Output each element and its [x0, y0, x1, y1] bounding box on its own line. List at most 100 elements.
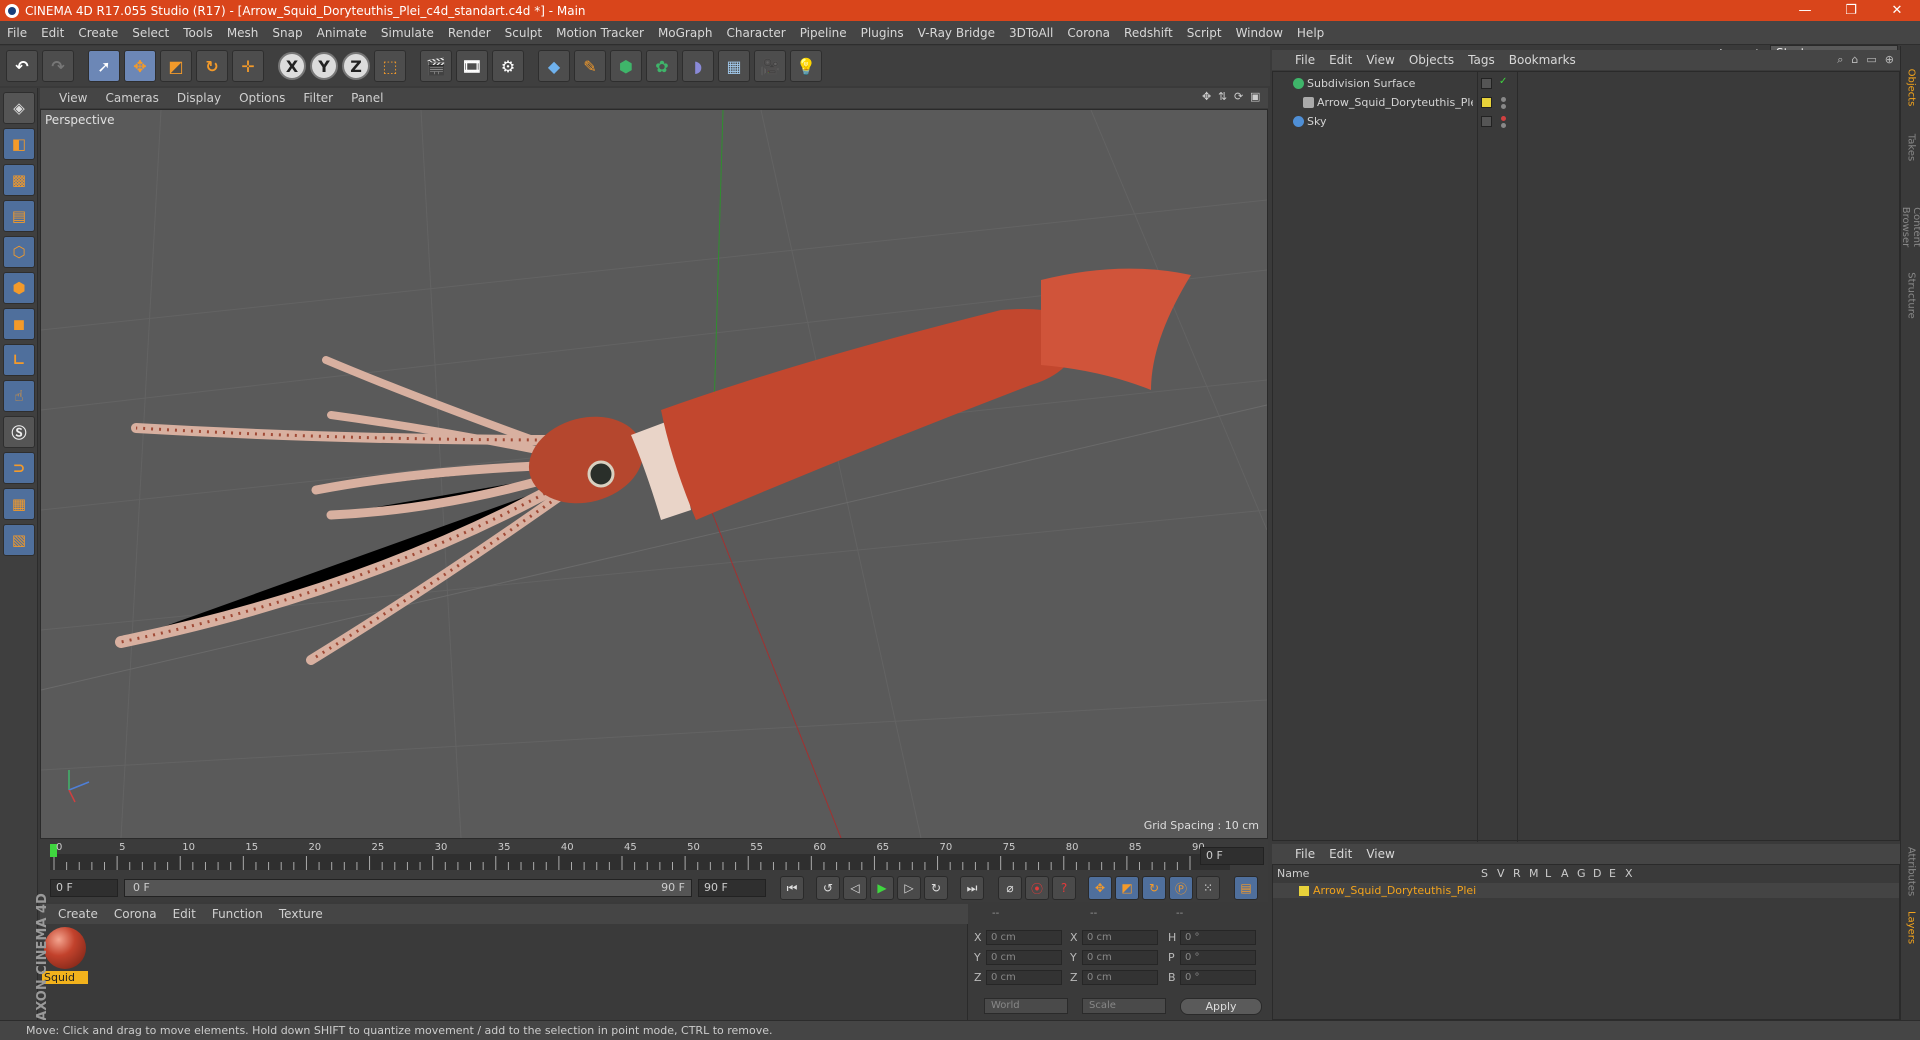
- solo-mode-icon[interactable]: Ⓢ: [3, 416, 35, 448]
- menu-pipeline[interactable]: Pipeline: [793, 26, 854, 40]
- minimize-button[interactable]: —: [1782, 0, 1828, 21]
- menu-tools[interactable]: Tools: [176, 26, 220, 40]
- objects-menu-bookmarks[interactable]: Bookmarks: [1502, 53, 1583, 67]
- menu-corona[interactable]: Corona: [1060, 26, 1117, 40]
- transform-tool-icon[interactable]: ✛: [232, 50, 264, 82]
- menu-script[interactable]: Script: [1180, 26, 1229, 40]
- record-scale-icon[interactable]: ◩: [1115, 876, 1139, 900]
- rot-h-field[interactable]: 0 °: [1180, 930, 1256, 945]
- point-level-animation-icon[interactable]: ⁙: [1196, 876, 1220, 900]
- camera-icon[interactable]: 🎥: [754, 50, 786, 82]
- x-axis-lock-button[interactable]: X: [278, 52, 306, 80]
- material-menu-corona[interactable]: Corona: [106, 907, 165, 921]
- menu-help[interactable]: Help: [1290, 26, 1331, 40]
- array-icon[interactable]: ✿: [646, 50, 678, 82]
- menu-simulate[interactable]: Simulate: [374, 26, 441, 40]
- object-row-sky[interactable]: Sky: [1273, 112, 1899, 131]
- viewport-menu-display[interactable]: Display: [168, 91, 230, 105]
- go-to-start-icon[interactable]: ⏮: [780, 876, 804, 900]
- subdivision-surface-icon[interactable]: ⬢: [610, 50, 642, 82]
- menu-sculpt[interactable]: Sculpt: [498, 26, 549, 40]
- make-editable-icon[interactable]: ◈: [3, 92, 35, 124]
- points-mode-icon[interactable]: ⬡: [3, 236, 35, 268]
- workplane-mode-icon[interactable]: ▤: [3, 200, 35, 232]
- tweak-mode-icon[interactable]: ☝: [3, 380, 35, 412]
- render-to-picture-viewer-icon[interactable]: 🎞: [456, 50, 488, 82]
- size-y-field[interactable]: 0 cm: [1082, 950, 1158, 965]
- model-mode-icon[interactable]: ◧: [3, 128, 35, 160]
- size-x-field[interactable]: 0 cm: [1082, 930, 1158, 945]
- layers-menu-view[interactable]: View: [1359, 847, 1401, 861]
- rotate-tool-icon[interactable]: ↻: [196, 50, 228, 82]
- tab-layers[interactable]: Layers: [1906, 894, 1917, 962]
- pan-icon[interactable]: ✥: [1202, 90, 1214, 104]
- editor-visibility-dot[interactable]: [1501, 97, 1506, 102]
- render-view-icon[interactable]: 🎬: [420, 50, 452, 82]
- current-frame-field[interactable]: 0 F: [1200, 847, 1264, 865]
- tab-takes[interactable]: Takes: [1906, 114, 1917, 182]
- timeline-ruler[interactable]: 0 5 10 15 20 25 30 35 40 45 50 55 60 65 70 75 80 85 90 0 F: [40, 840, 1268, 874]
- render-settings-icon[interactable]: ⚙: [492, 50, 524, 82]
- tab-content-browser[interactable]: Content Browser: [1900, 193, 1920, 261]
- menu-mograph[interactable]: MoGraph: [651, 26, 720, 40]
- menu-redshift[interactable]: Redshift: [1117, 26, 1180, 40]
- material-menu-create[interactable]: Create: [50, 907, 106, 921]
- timeline-window-icon[interactable]: ▤: [1234, 876, 1258, 900]
- redo-icon[interactable]: ↷: [42, 50, 74, 82]
- apply-button[interactable]: Apply: [1180, 998, 1262, 1015]
- snap-icon[interactable]: ⊃: [3, 452, 35, 484]
- layer-name[interactable]: Arrow_Squid_Doryteuthis_Plei: [1313, 883, 1476, 898]
- menu-window[interactable]: Window: [1229, 26, 1290, 40]
- preview-range-slider[interactable]: 0 F 90 F: [124, 879, 692, 897]
- viewport-menu-cameras[interactable]: Cameras: [96, 91, 167, 105]
- home-icon[interactable]: ⌂: [1851, 53, 1858, 67]
- layers-menu-file[interactable]: File: [1288, 847, 1322, 861]
- go-to-end-icon[interactable]: ⏭: [960, 876, 984, 900]
- layers-menu-edit[interactable]: Edit: [1322, 847, 1359, 861]
- objects-menu-tags[interactable]: Tags: [1461, 53, 1502, 67]
- previous-frame-icon[interactable]: ◁: [843, 876, 867, 900]
- zoom-icon[interactable]: ⇅: [1218, 90, 1230, 104]
- cube-primitive-icon[interactable]: ◆: [538, 50, 570, 82]
- record-parameter-icon[interactable]: Ⓟ: [1169, 876, 1193, 900]
- material-menu-texture[interactable]: Texture: [271, 907, 331, 921]
- record-active-objects-icon[interactable]: ⦿: [1025, 876, 1049, 900]
- object-row-subdivision-surface[interactable]: Subdivision Surface ✓: [1273, 74, 1899, 93]
- viewport-menu-options[interactable]: Options: [230, 91, 294, 105]
- menu-select[interactable]: Select: [125, 26, 176, 40]
- close-button[interactable]: ✕: [1874, 0, 1920, 21]
- record-rotation-icon[interactable]: ↻: [1142, 876, 1166, 900]
- rot-b-field[interactable]: 0 °: [1180, 970, 1256, 985]
- objects-menu-edit[interactable]: Edit: [1322, 53, 1359, 67]
- edges-mode-icon[interactable]: ⬢: [3, 272, 35, 304]
- menu-3dtoall[interactable]: 3DToAll: [1002, 26, 1060, 40]
- light-icon[interactable]: 💡: [790, 50, 822, 82]
- menu-snap[interactable]: Snap: [265, 26, 309, 40]
- enabled-check-icon[interactable]: ✓: [1499, 77, 1507, 87]
- menu-edit[interactable]: Edit: [34, 26, 71, 40]
- live-selection-icon[interactable]: ➚: [88, 50, 120, 82]
- size-z-field[interactable]: 0 cm: [1082, 970, 1158, 985]
- y-axis-lock-button[interactable]: Y: [310, 52, 338, 80]
- menu-motion-tracker[interactable]: Motion Tracker: [549, 26, 651, 40]
- tab-objects[interactable]: Objects: [1906, 54, 1917, 122]
- menu-vray-bridge[interactable]: V-Ray Bridge: [911, 26, 1002, 40]
- play-icon[interactable]: ▶: [870, 876, 894, 900]
- next-key-icon[interactable]: ↻: [924, 876, 948, 900]
- visibility-toggle-icon[interactable]: [1481, 78, 1492, 89]
- layer-color-swatch[interactable]: [1299, 886, 1309, 896]
- material-menu-function[interactable]: Function: [204, 907, 271, 921]
- record-position-icon[interactable]: ✥: [1088, 876, 1112, 900]
- pos-z-field[interactable]: 0 cm: [986, 970, 1062, 985]
- end-frame-field[interactable]: 90 F: [698, 879, 766, 897]
- scale-tool-icon[interactable]: ◩: [160, 50, 192, 82]
- render-visibility-dot[interactable]: [1501, 123, 1506, 128]
- floor-scene-icon[interactable]: ▦: [718, 50, 750, 82]
- deformer-icon[interactable]: ◗: [682, 50, 714, 82]
- objects-menu-file[interactable]: File: [1288, 53, 1322, 67]
- next-frame-icon[interactable]: ▷: [897, 876, 921, 900]
- perspective-viewport[interactable]: Perspective Grid Spacing : 10 cm: [40, 109, 1268, 839]
- previous-key-icon[interactable]: ↺: [816, 876, 840, 900]
- coordinate-system-icon[interactable]: ⬚: [374, 50, 406, 82]
- editor-visibility-dot[interactable]: [1501, 116, 1506, 121]
